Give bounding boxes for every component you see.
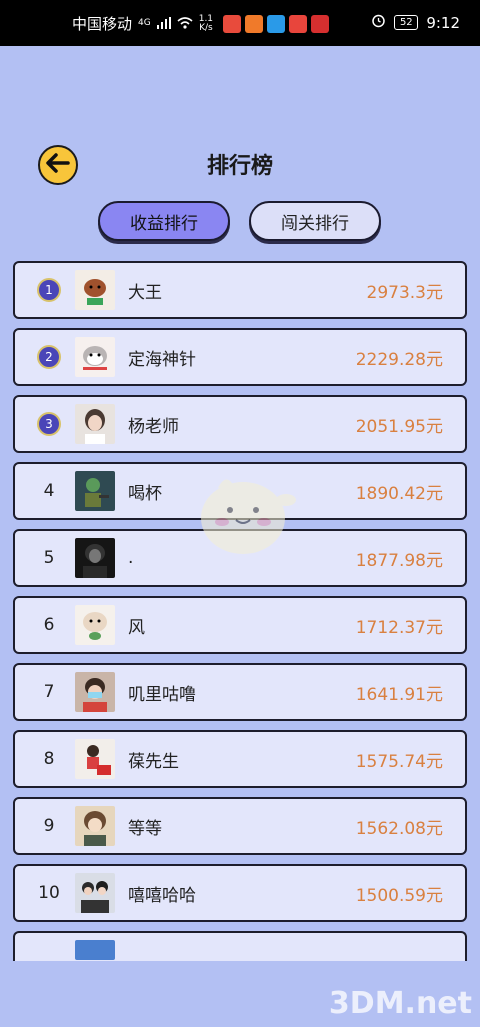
user-name: 等等 [128,818,162,839]
earnings-amount: 2051.95元 [355,416,443,437]
user-name: 杨老师 [128,416,179,437]
user-name: 定海神针 [128,349,196,370]
ranking-row-partial[interactable] [13,931,467,961]
ranking-row[interactable]: 9 等等 1562.08元 [13,797,467,855]
rank-medal: 1 [37,263,61,317]
ranking-row[interactable]: 8 葆先生 1575.74元 [13,730,467,788]
tab-level-ranking[interactable]: 闯关排行 [249,201,381,241]
user-name: 葆先生 [128,751,179,772]
ranking-row[interactable]: 6 风 1712.37元 [13,596,467,654]
rank-number: 8 [43,749,55,769]
ranking-row[interactable]: 7 叽里咕噜 1641.91元 [13,663,467,721]
rank-medal: 3 [37,397,61,451]
app-notification-icon [223,14,242,33]
app-notification-icon [267,14,286,33]
rank-number: 4 [43,481,55,501]
ranking-row[interactable]: 2 定海神针 2229.28元 [13,328,467,386]
app-notification-icon [245,14,264,33]
earnings-amount: 1890.42元 [355,483,443,504]
rank-number: 9 [43,816,55,836]
ranking-row[interactable]: 10 嘻嘻哈哈 1500.59元 [13,864,467,922]
network-speed-unit: K/s [199,22,213,33]
page-title: 排行榜 [206,154,273,179]
earnings-amount: 1641.91元 [355,684,443,705]
avatar [75,538,115,578]
earnings-amount: 2229.28元 [355,349,443,370]
earnings-amount: 1562.08元 [355,818,443,839]
rank-medal: 2 [37,330,61,384]
tab-earnings-ranking[interactable]: 收益排行 [98,201,230,241]
clock: 9:12 [426,13,460,32]
avatar [75,404,115,444]
rank-number: 3 [37,412,61,436]
avatar [75,672,115,712]
user-name: 风 [128,617,145,638]
user-name: . [128,548,134,568]
avatar [75,940,115,960]
battery-icon: 52 [394,15,419,30]
user-name: 嘻嘻哈哈 [128,885,196,906]
rank-number: 10 [38,883,60,903]
mascot-illustration [188,470,298,564]
app-notification-icon [289,14,308,33]
alarm-icon [371,13,386,32]
earnings-amount: 2973.3元 [366,282,443,303]
avatar [75,873,115,913]
earnings-amount: 1575.74元 [355,751,443,772]
earnings-amount: 1500.59元 [355,885,443,906]
user-name: 大王 [128,282,162,303]
ranking-row[interactable]: 3 杨老师 2051.95元 [13,395,467,453]
rank-number: 7 [43,682,55,702]
wifi-icon [177,15,193,33]
avatar [75,270,115,310]
app-notification-icon [311,14,330,33]
rank-number: 2 [37,345,61,369]
earnings-amount: 1712.37元 [355,617,443,638]
avatar [75,605,115,645]
ranking-row[interactable]: 1 大王 2973.3元 [13,261,467,319]
rank-number: 6 [43,615,55,635]
network-type: 4G [138,18,151,28]
avatar [75,739,115,779]
rank-number: 5 [43,548,55,568]
notification-icons [223,14,330,33]
user-name: 喝杯 [128,483,162,504]
avatar [75,471,115,511]
rank-number: 1 [37,278,61,302]
user-name: 叽里咕噜 [128,684,196,705]
network-speed: 1.1 K/s [199,14,213,33]
site-watermark: 3DM.net [328,986,472,1021]
status-bar: 中国移动 4G 1.1 K/s 52 9:12 [0,0,480,46]
avatar [75,337,115,377]
carrier-label: 中国移动 [72,15,133,33]
ranking-list: 1 大王 2973.3元 2 定海神针 2229.28元 3 杨老师 2051.… [13,261,467,970]
earnings-amount: 1877.98元 [355,550,443,571]
avatar [75,806,115,846]
signal-icon [156,15,171,33]
